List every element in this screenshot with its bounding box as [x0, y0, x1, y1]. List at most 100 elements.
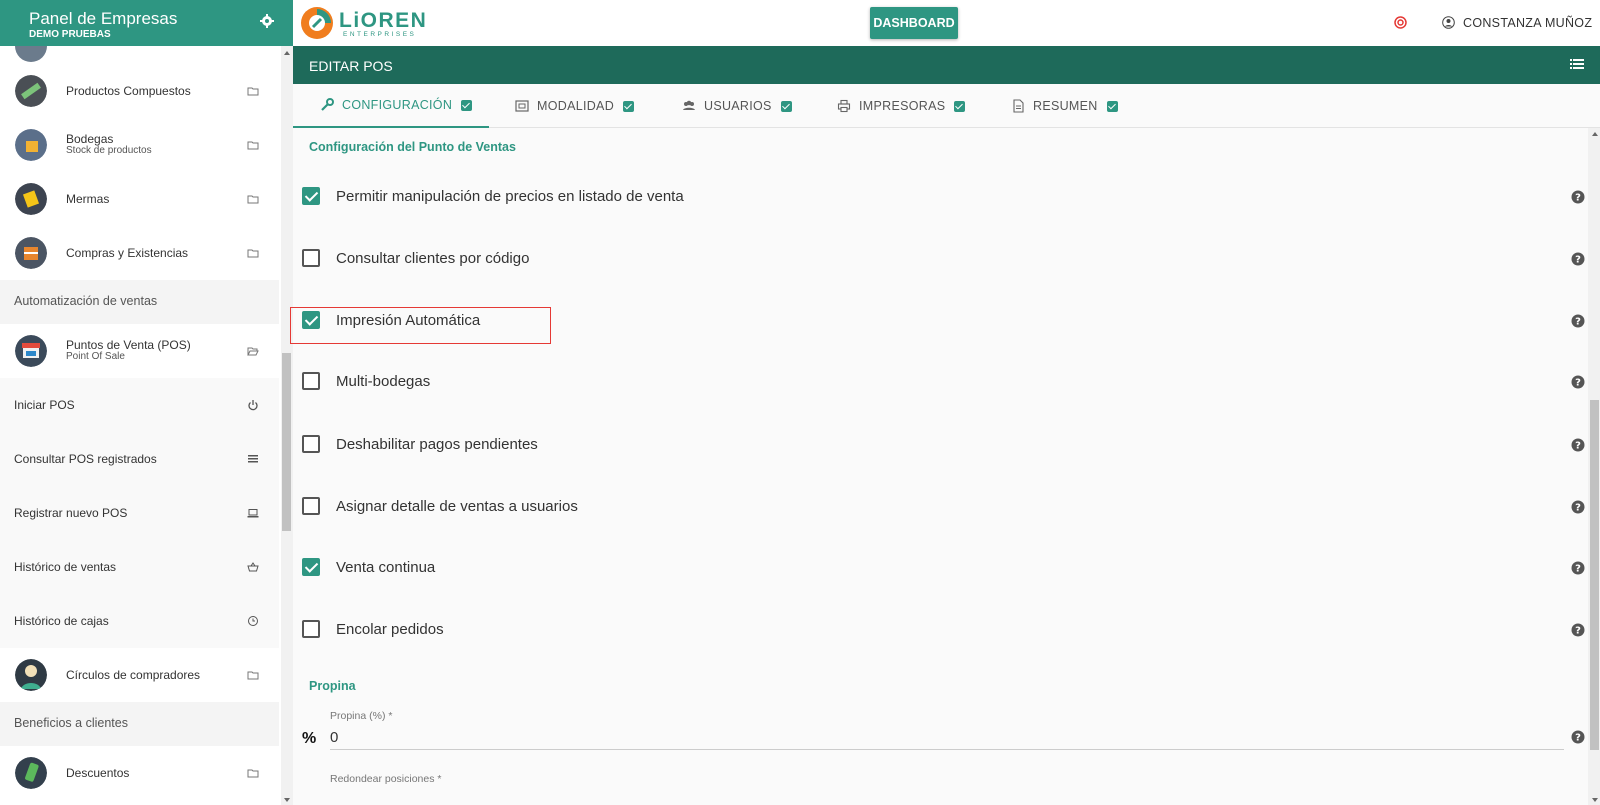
tab-check-icon [780, 100, 792, 112]
scroll-down-arrow-icon[interactable] [1592, 798, 1598, 802]
user-name[interactable]: CONSTANZA MUÑOZ [1463, 16, 1592, 30]
sidebar-item-mermas[interactable]: Mermas [0, 172, 279, 226]
sidebar-item-compras-existencias[interactable]: Compras y Existencias [0, 226, 279, 280]
tab-label: MODALIDAD [537, 99, 615, 113]
sidebar-item-label: Compras y Existencias [66, 246, 189, 260]
laptop-icon [247, 509, 259, 518]
help-icon[interactable]: ? [1571, 314, 1585, 328]
checkbox[interactable] [302, 620, 320, 638]
lioren-logo[interactable]: LiOREN ENTERPRISES [299, 5, 446, 41]
option-label: Encolar pedidos [336, 621, 444, 638]
option-label: Permitir manipulación de precios en list… [336, 188, 684, 205]
folder-icon [247, 671, 259, 680]
tab-label: USUARIOS [704, 99, 772, 113]
gear-icon[interactable] [259, 13, 275, 29]
propina-input-underline [330, 749, 1564, 750]
sidebar-item-historico-cajas[interactable]: Histórico de cajas [0, 594, 279, 648]
help-icon[interactable]: ? [1571, 375, 1585, 389]
bodegas-avatar-icon [15, 129, 47, 161]
tab-impresoras[interactable]: IMPRESORAS [837, 84, 966, 128]
users-icon [683, 100, 695, 110]
option-consultar-clientes-codigo[interactable]: Consultar clientes por código ? [293, 239, 1586, 279]
dashboard-button[interactable]: DASHBOARD [870, 7, 958, 39]
folder-icon [247, 87, 259, 96]
checkbox[interactable] [302, 435, 320, 453]
user-icon[interactable] [1442, 16, 1455, 29]
option-venta-continua[interactable]: Venta continua ? [293, 548, 1586, 588]
checkbox[interactable] [302, 372, 320, 390]
checkbox[interactable] [302, 558, 320, 576]
power-icon [248, 400, 258, 411]
compras-avatar-icon [15, 237, 47, 269]
sidebar-scrollbar-thumb[interactable] [282, 353, 291, 531]
sidebar-item-label: Iniciar POS [14, 398, 75, 412]
sidebar-item-descuentos[interactable]: Descuentos [0, 746, 279, 800]
tab-configuracion[interactable]: CONFIGURACIÓN [293, 84, 489, 128]
sidebar-section-automatizacion: Automatización de ventas [0, 280, 279, 324]
tab-resumen[interactable]: RESUMEN [1011, 84, 1118, 128]
highlight-box [290, 307, 551, 344]
option-label: Deshabilitar pagos pendientes [336, 436, 538, 453]
lifebuoy-icon[interactable] [1394, 16, 1407, 29]
tab-usuarios[interactable]: USUARIOS [682, 84, 792, 128]
sidebar-item-consultar-pos[interactable]: Consultar POS registrados [0, 432, 279, 486]
checkbox[interactable] [302, 497, 320, 515]
help-icon[interactable]: ? [1571, 252, 1585, 266]
folder-icon [247, 249, 259, 258]
sidebar-item-label: Histórico de cajas [14, 614, 109, 628]
checkbox[interactable] [302, 249, 320, 267]
descuentos-avatar-icon [15, 757, 47, 789]
sidebar-subtitle: DEMO PRUEBAS [29, 29, 111, 40]
help-icon[interactable]: ? [1571, 730, 1585, 744]
sidebar-item-circulos-compradores[interactable]: Círculos de compradores [0, 648, 279, 702]
svg-text:?: ? [1575, 317, 1581, 328]
option-label: Multi-bodegas [336, 373, 431, 390]
scroll-up-arrow-icon[interactable] [1592, 132, 1598, 136]
help-icon[interactable]: ? [1571, 500, 1585, 514]
sidebar-item-productos-compuestos[interactable]: Productos Compuestos [0, 64, 279, 118]
frame-icon [515, 100, 529, 112]
option-multi-bodegas[interactable]: Multi-bodegas ? [293, 362, 1586, 402]
svg-text:?: ? [1575, 626, 1581, 637]
help-icon[interactable]: ? [1571, 438, 1585, 452]
svg-text:?: ? [1575, 378, 1581, 389]
list-icon [248, 455, 258, 463]
sidebar-item-label: Círculos de compradores [66, 668, 201, 682]
option-permitir-manipulacion-precios[interactable]: Permitir manipulación de precios en list… [293, 177, 1586, 217]
sidebar-item-iniciar-pos[interactable]: Iniciar POS [0, 378, 279, 432]
pos-avatar-icon [15, 335, 47, 367]
option-label: Consultar clientes por código [336, 250, 530, 267]
checkbox[interactable] [302, 187, 320, 205]
content-scrollbar-thumb[interactable] [1590, 400, 1599, 750]
scroll-up-arrow-icon[interactable] [284, 51, 290, 55]
sidebar-item-registrar-pos[interactable]: Registrar nuevo POS [0, 486, 279, 540]
option-encolar-pedidos[interactable]: Encolar pedidos ? [293, 610, 1586, 650]
sidebar-item-label: Mermas [66, 192, 110, 206]
tab-modalidad[interactable]: MODALIDAD [515, 84, 635, 128]
percent-icon: % [302, 730, 317, 747]
sidebar-menu: Productos Compuestos Bodegas Stock de pr… [0, 46, 279, 805]
tab-label: CONFIGURACIÓN [342, 98, 453, 112]
propina-input[interactable]: 0 [330, 729, 338, 746]
basket-icon [247, 562, 259, 572]
sidebar-item-historico-ventas[interactable]: Histórico de ventas [0, 540, 279, 594]
list-menu-icon[interactable] [1570, 58, 1584, 70]
help-icon[interactable]: ? [1571, 190, 1585, 204]
sidebar-section-label: Beneficios a clientes [14, 716, 128, 730]
folder-icon [247, 769, 259, 778]
tab-bar: CONFIGURACIÓN MODALIDAD USUARIOS IMPRESO… [293, 84, 1600, 128]
tab-check-icon [954, 100, 966, 112]
sidebar-item-puntos-de-venta[interactable]: Puntos de Venta (POS) Point Of Sale [0, 324, 279, 378]
sidebar-item-label: Descuentos [66, 766, 130, 780]
help-icon[interactable]: ? [1571, 623, 1585, 637]
option-asignar-detalle-ventas[interactable]: Asignar detalle de ventas a usuarios ? [293, 487, 1586, 527]
sidebar-item-bodegas[interactable]: Bodegas Stock de productos [0, 118, 279, 172]
option-label: Venta continua [336, 559, 436, 576]
circulos-avatar-icon [15, 659, 47, 691]
help-icon[interactable]: ? [1571, 561, 1585, 575]
sidebar-item-label: Consultar POS registrados [14, 452, 157, 466]
option-deshabilitar-pagos-pendientes[interactable]: Deshabilitar pagos pendientes ? [293, 425, 1586, 465]
productos-compuestos-avatar-icon [15, 75, 47, 107]
scroll-down-arrow-icon[interactable] [284, 798, 290, 802]
propina-field-label: Propina (%) * [330, 710, 393, 722]
